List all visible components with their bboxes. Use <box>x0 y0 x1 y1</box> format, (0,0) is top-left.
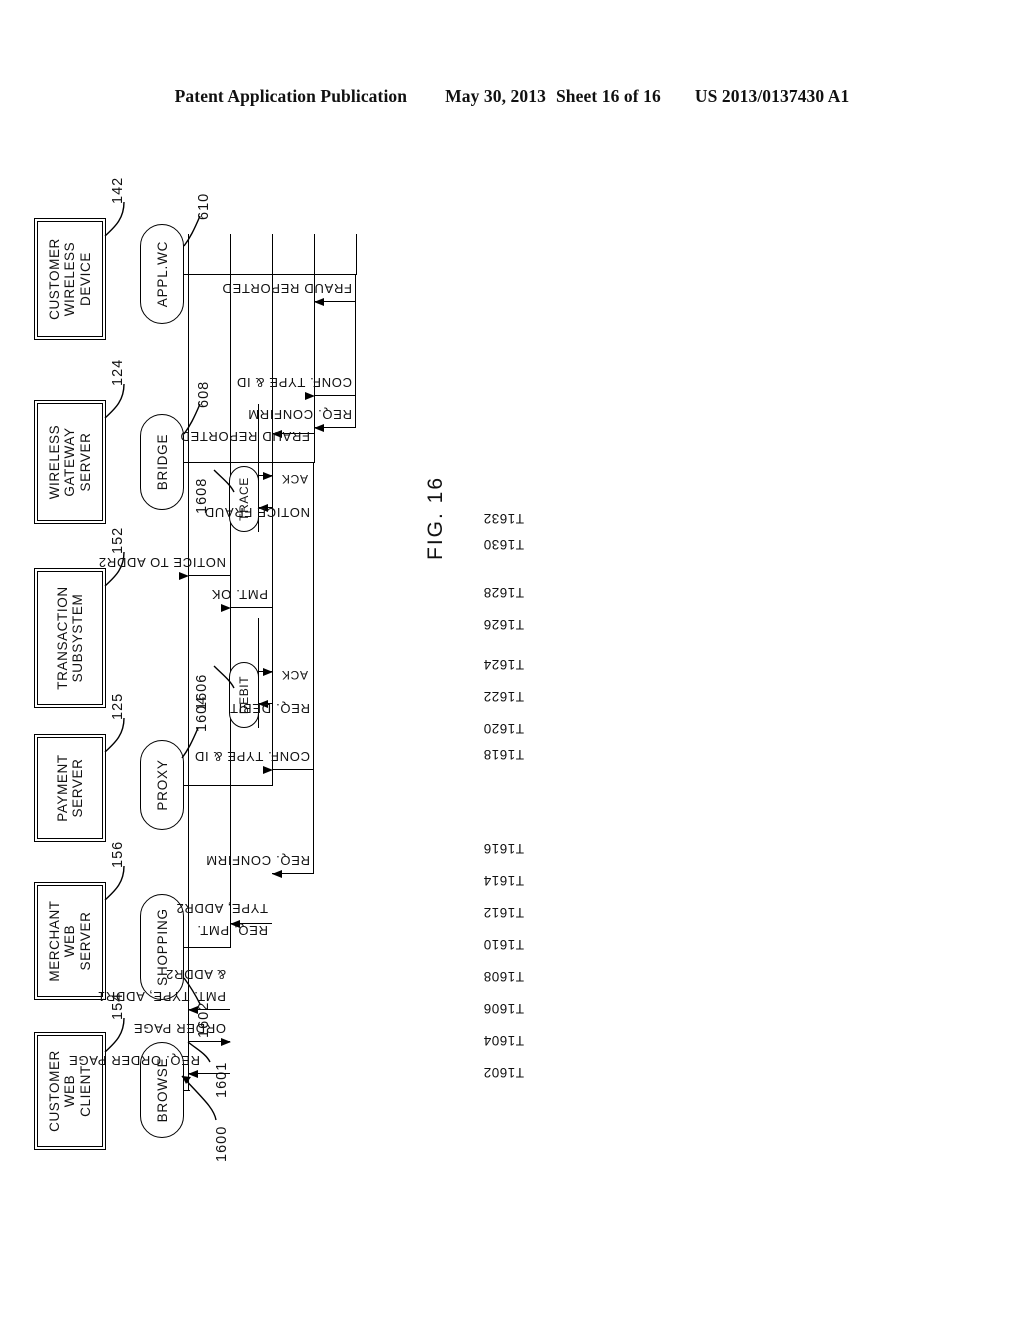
time-marker: T1622 <box>483 689 524 704</box>
time-marker: T1616 <box>483 841 524 856</box>
message-label-m6: REQ. CONFIRM <box>247 407 352 422</box>
message-label-m8: CONF. TYPE & ID <box>194 749 310 764</box>
message-label-m16: FRAUD REPORTED <box>221 281 352 296</box>
figure-label: FIG. 16 <box>424 475 447 560</box>
message-label-m14: ACK <box>281 472 308 486</box>
message-conf-type-id-bridge-proxy <box>272 768 314 770</box>
actor-payment-server: PAYMENT SERVER <box>34 734 106 842</box>
arrowhead-down <box>263 667 273 676</box>
message-run-m16 <box>355 274 357 302</box>
arrowhead-up <box>314 297 324 306</box>
message-label-m9: REQ. DEBIT <box>229 701 310 716</box>
message-notice-to-addr2 <box>188 574 230 576</box>
lifeline-label: BRIDGE <box>154 433 170 491</box>
time-marker: T1626 <box>483 617 524 632</box>
time-marker: T1624 <box>483 657 524 672</box>
actor-merchant-web-server: MERCHANT WEB SERVER <box>34 882 106 1000</box>
time-marker: T1606 <box>483 1001 524 1016</box>
message-label-m13: NOTICE FRAUD <box>204 505 310 520</box>
leader-610 <box>182 210 204 250</box>
actor-transaction-subsystem: TRANSACTION SUBSYSTEM <box>34 568 106 708</box>
time-marker: T1630 <box>483 537 524 552</box>
message-label-m11: PMT. OK <box>211 587 268 602</box>
leader-124 <box>102 378 128 430</box>
message-label-m3-line2: & ADDR2 <box>165 967 226 982</box>
arrowhead-down <box>221 603 231 612</box>
arrowhead-up <box>272 869 282 878</box>
actor-label-line: DEVICE <box>77 252 93 306</box>
lifeline-stem-appl <box>184 273 357 275</box>
leader-142 <box>102 196 128 248</box>
actor-label-line: WEB <box>62 924 78 958</box>
lifeline-stem-shopping <box>184 946 231 948</box>
leader-1606 <box>212 656 238 690</box>
actor-label-line: MERCHANT <box>47 900 63 982</box>
message-label-m4-line1: REQ. PMT. <box>196 923 268 938</box>
lifeline-stem-proxy <box>184 784 273 786</box>
lifeline-browse <box>188 234 189 1090</box>
actor-customer-web-client: CUSTOMER WEB CLIENT <box>34 1032 106 1150</box>
message-label-m3-line1: PMT. TYPE, ADDR1 <box>97 989 226 1004</box>
time-marker: T1604 <box>483 1033 524 1048</box>
lifeline-label: PROXY <box>154 759 170 811</box>
leader-152 <box>102 546 128 598</box>
lifeline-head-appl-wc: APPL.WC <box>140 224 184 324</box>
ref-1601: 1601 <box>214 1061 230 1098</box>
leader-1608 <box>212 460 238 494</box>
message-label-m12: NOTICE TO ADDR2 <box>98 555 226 570</box>
actor-label-line: SERVER <box>70 758 85 818</box>
time-marker: T1610 <box>483 937 524 952</box>
message-label-m7: CONF. TYPE & ID <box>236 375 352 390</box>
actor-label-line: WIRELESS <box>62 241 78 317</box>
time-marker: T1608 <box>483 969 524 984</box>
arrowhead-down <box>263 765 273 774</box>
arrowhead-up <box>188 1005 198 1014</box>
actor-label-line: TRANSACTION <box>54 586 70 690</box>
lifeline-stem-bridge <box>184 461 315 463</box>
actor-label-line: WIRELESS <box>47 424 63 500</box>
actor-label-line: CUSTOMER <box>47 238 63 320</box>
actor-customer-wireless-device: CUSTOMER WIRELESS DEVICE <box>34 218 106 340</box>
message-conf-type-id-appl-bridge <box>314 394 356 396</box>
time-marker: T1628 <box>483 585 524 600</box>
actor-label-line: PAYMENT <box>54 754 70 822</box>
actor-label-line: CUSTOMER <box>47 1050 63 1132</box>
time-marker: T1618 <box>483 747 524 762</box>
message-pmt-ok <box>230 606 272 608</box>
message-label-m10: ACK <box>281 668 308 682</box>
actor-label-line: GATEWAY <box>62 427 78 497</box>
arrowhead-down <box>263 471 273 480</box>
time-marker: T1612 <box>483 905 524 920</box>
arrowhead-up <box>188 1069 198 1078</box>
lifeline-appl-wc <box>356 234 357 274</box>
lifeline-head-bridge: BRIDGE <box>140 414 184 510</box>
leader-156 <box>102 860 128 912</box>
arrowhead-down <box>179 571 189 580</box>
arrowhead-down <box>305 391 315 400</box>
time-marker: T1620 <box>483 721 524 736</box>
message-label-m5: REQ. CONFIRM <box>205 853 310 868</box>
time-marker: T1632 <box>483 511 524 526</box>
ref-1606: 1606 <box>194 673 210 710</box>
message-label-m2: ORDER PAGE <box>133 1021 226 1036</box>
actor-label-line: SUBSYSTEM <box>70 593 85 683</box>
arrowhead-up <box>314 423 324 432</box>
lifeline-label: APPL.WC <box>154 240 170 308</box>
message-label-m1: REQ. ORDER PAGE <box>68 1053 200 1068</box>
leader-125 <box>102 712 128 764</box>
message-label-m4-line2: TYPE, ADDR2 <box>175 901 268 916</box>
message-run-m8 <box>313 462 315 770</box>
sequence-diagram: CUSTOMER WEB CLIENT 154 MERCHANT WEB SER… <box>24 160 724 1162</box>
actor-label-line: SERVER <box>77 432 93 492</box>
lifeline-stem-browse <box>184 1089 190 1091</box>
actor-label-line: SERVER <box>77 911 93 971</box>
actor-wireless-gateway-server: WIRELESS GATEWAY SERVER <box>34 400 106 524</box>
message-label-m15: FRAUD REPORTED <box>179 429 310 444</box>
time-marker: T1614 <box>483 873 524 888</box>
time-marker: T1602 <box>483 1065 524 1080</box>
arrowhead-down <box>221 1037 231 1046</box>
figure-container: CUSTOMER WEB CLIENT 154 MERCHANT WEB SER… <box>0 0 1024 1320</box>
lifeline-head-proxy: PROXY <box>140 740 184 830</box>
ref-1600: 1600 <box>214 1125 230 1162</box>
